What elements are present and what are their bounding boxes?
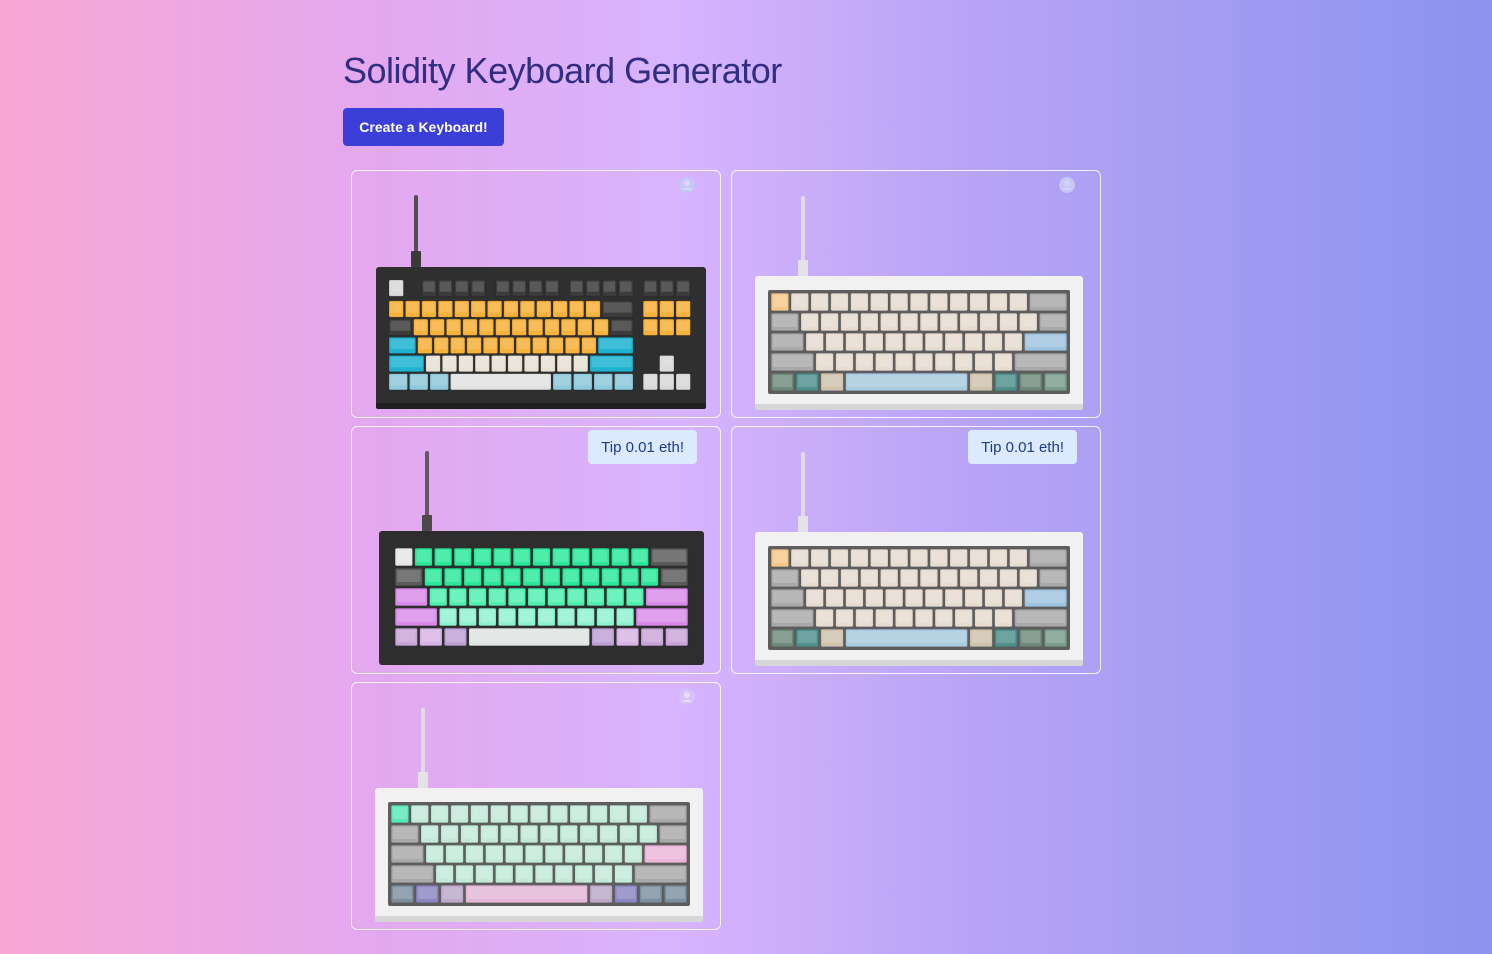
keyboard-image <box>376 195 706 409</box>
keyboard-card: Tip 0.01 eth! <box>731 426 1101 674</box>
user-circle-icon <box>1058 176 1076 194</box>
tip-button[interactable]: Tip 0.01 eth! <box>588 430 697 464</box>
page-title: Solidity Keyboard Generator <box>343 50 782 91</box>
keyboard-card <box>351 682 721 930</box>
user-circle-icon <box>678 176 696 194</box>
create-keyboard-button[interactable]: Create a Keyboard! <box>343 108 504 146</box>
keyboard-image <box>375 708 703 922</box>
keyboard-card: Tip 0.01 eth! <box>351 426 721 674</box>
keyboard-card <box>351 170 721 418</box>
keyboard-image <box>755 196 1083 410</box>
cable <box>411 195 421 267</box>
tip-button[interactable]: Tip 0.01 eth! <box>968 430 1077 464</box>
keyboard-card <box>731 170 1101 418</box>
cable <box>422 451 432 531</box>
cable <box>418 708 428 788</box>
user-circle-icon <box>678 688 696 706</box>
cable <box>798 452 808 532</box>
cable <box>798 196 808 276</box>
